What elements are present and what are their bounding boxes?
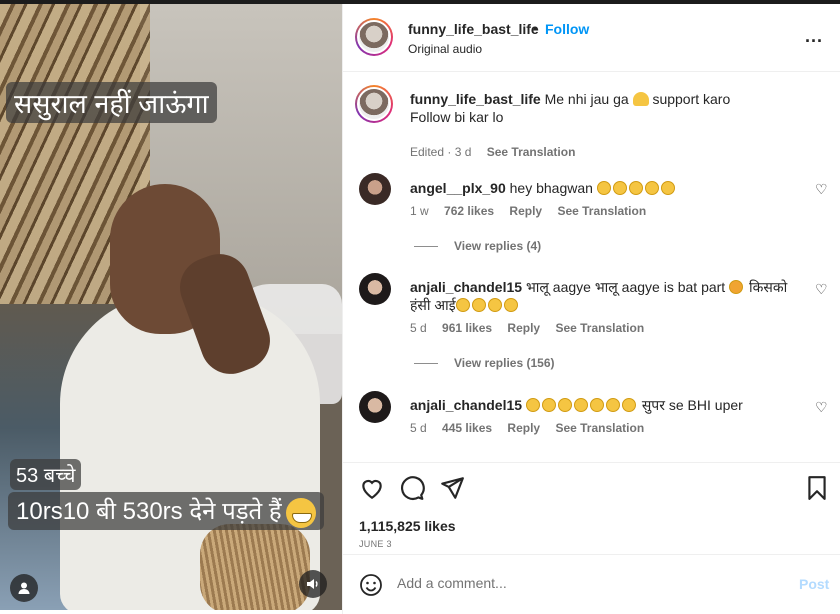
comment-like-button[interactable]: ♡: [815, 181, 828, 198]
comment-icon[interactable]: [399, 475, 425, 501]
comment-time: 1 w: [410, 204, 429, 218]
audio-link[interactable]: Original audio: [408, 42, 482, 56]
laughing-emoji-icon: [596, 181, 611, 195]
tagged-users-button[interactable]: [10, 574, 38, 602]
comment-body: सुपर se BHI uper: [641, 397, 743, 413]
laughing-emoji-icon: [589, 398, 604, 412]
header-separator: •: [533, 20, 538, 36]
laughing-emoji-icon: [557, 398, 572, 412]
laughing-emoji-icon: [525, 398, 540, 412]
laughing-emoji-icon: [612, 181, 627, 195]
comment-body: hey bhagwan: [509, 180, 593, 196]
speaker-icon: [307, 579, 318, 589]
comment-likes[interactable]: 445 likes: [442, 421, 492, 435]
bookmark-icon[interactable]: [804, 475, 830, 501]
comment-meta: 5 d 445 likes Reply See Translation: [410, 421, 656, 435]
instagram-post-modal: ससुराल नहीं जाऊंगा 53 बच्चे 10rs10 बी 53…: [0, 0, 840, 614]
comment-time: 5 d: [410, 321, 427, 335]
comment-likes[interactable]: 961 likes: [442, 321, 492, 335]
view-replies-button[interactable]: View replies (4): [414, 239, 541, 253]
replies-line: [414, 363, 438, 365]
comment-see-translation[interactable]: See Translation: [555, 321, 644, 335]
laughing-emoji-icon: [621, 398, 636, 412]
folded-hands-icon: [632, 92, 649, 106]
post-comment-button[interactable]: Post: [799, 576, 829, 592]
comment-like-button[interactable]: ♡: [815, 399, 828, 416]
laughing-emoji-icon: [605, 398, 620, 412]
follow-button[interactable]: Follow: [545, 21, 589, 37]
caption-body-a: Me nhi jau ga: [544, 91, 629, 107]
caption-body-line2: Follow bi kar lo: [410, 109, 504, 125]
post-side-panel: funny_life_bast_life • Follow Original a…: [342, 4, 840, 614]
caption-meta: Edited · 3 d See Translation: [410, 145, 587, 159]
likes-count[interactable]: 1,115,825 likes: [359, 518, 456, 534]
video-caption-line2: 10rs10 बी 530rs देने पड़ते हैं: [8, 492, 324, 530]
comments-list[interactable]: funny_life_bast_life Me nhi jau ga suppo…: [343, 73, 840, 461]
caption-body-b: support karo: [652, 91, 731, 107]
add-comment-bar: Post: [343, 554, 840, 614]
view-replies-label: View replies (4): [454, 239, 542, 253]
blushing-emoji-icon: [729, 280, 744, 294]
more-options-button[interactable]: ...: [805, 26, 823, 47]
caption-username[interactable]: funny_life_bast_life: [410, 91, 541, 107]
grinning-emoji-icon: [660, 181, 675, 195]
laughing-emoji-icon: [573, 398, 588, 412]
user-icon: [18, 582, 30, 594]
comment-likes[interactable]: 762 likes: [444, 204, 494, 218]
post-actions: 1,115,825 likes JUNE 3: [343, 462, 840, 554]
laughing-emoji-icon: [455, 298, 470, 312]
mute-toggle-button[interactable]: [299, 570, 327, 598]
laughing-emoji-icon: [628, 181, 643, 195]
caption-see-translation[interactable]: See Translation: [487, 145, 576, 159]
reel-video[interactable]: ससुराल नहीं जाऊंगा 53 बच्चे 10rs10 बी 53…: [0, 4, 342, 610]
laughing-emoji-icon: [503, 298, 518, 312]
emoji-smile-icon[interactable]: [359, 573, 383, 597]
comment-username[interactable]: angel__plx_90: [410, 180, 506, 196]
laughing-emoji-icon: [471, 298, 486, 312]
comment-reply-button[interactable]: Reply: [507, 421, 540, 435]
comment-see-translation[interactable]: See Translation: [555, 421, 644, 435]
comment-text: anjali_chandel15 भालू aagye भालू aagye i…: [410, 278, 790, 314]
caption-avatar[interactable]: [355, 85, 393, 123]
comment-body-a: भालू aagye भालू aagye is bat part: [525, 279, 726, 295]
post-date[interactable]: JUNE 3: [359, 539, 392, 549]
video-caption-line2-text: 10rs10 बी 530rs देने पड़ते हैं: [16, 498, 282, 525]
comment-username[interactable]: anjali_chandel15: [410, 279, 522, 295]
comment-time: 5 d: [410, 421, 427, 435]
author-avatar[interactable]: [355, 18, 393, 56]
author-username[interactable]: funny_life_bast_life: [408, 21, 539, 37]
heart-icon[interactable]: [359, 475, 385, 501]
comment-avatar[interactable]: [359, 173, 391, 205]
comment-meta: 1 w 762 likes Reply See Translation: [410, 204, 658, 218]
caption-edited-time: Edited · 3 d: [410, 145, 472, 159]
laughing-emoji-icon: [487, 298, 502, 312]
comment-meta: 5 d 961 likes Reply See Translation: [410, 321, 656, 335]
comment-reply-button[interactable]: Reply: [507, 321, 540, 335]
grinning-emoji-icon: [644, 181, 659, 195]
video-caption-line1: 53 बच्चे: [10, 459, 82, 490]
video-broom: [200, 524, 310, 610]
comment-see-translation[interactable]: See Translation: [557, 204, 646, 218]
post-header: funny_life_bast_life • Follow Original a…: [343, 4, 840, 72]
caption-text: funny_life_bast_life Me nhi jau ga suppo…: [410, 90, 790, 126]
replies-line: [414, 246, 438, 248]
grin-emoji-icon: [285, 497, 316, 528]
comment-text: angel__plx_90 hey bhagwan: [410, 179, 790, 197]
comment-reply-button[interactable]: Reply: [509, 204, 542, 218]
comment-text: anjali_chandel15 सुपर se BHI uper: [410, 396, 790, 414]
add-comment-input[interactable]: [397, 575, 777, 591]
share-icon[interactable]: [439, 475, 465, 501]
laughing-emoji-icon: [541, 398, 556, 412]
comment-avatar[interactable]: [359, 391, 391, 423]
view-replies-button[interactable]: View replies (156): [414, 356, 555, 370]
comment-like-button[interactable]: ♡: [815, 281, 828, 298]
comment-username[interactable]: anjali_chandel15: [410, 397, 522, 413]
video-caption-top: ससुराल नहीं जाऊंगा: [6, 82, 217, 123]
comment-avatar[interactable]: [359, 273, 391, 305]
view-replies-label: View replies (156): [454, 356, 555, 370]
